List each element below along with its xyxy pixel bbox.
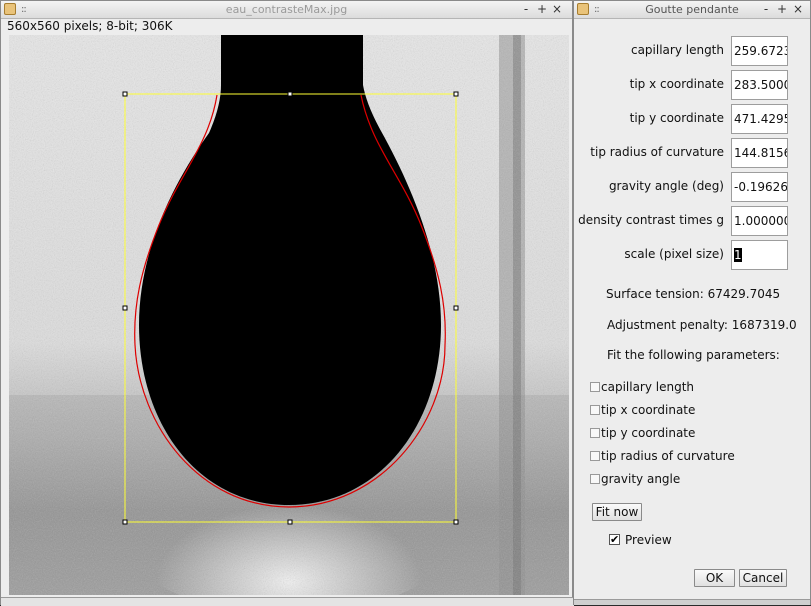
field-row-density-contrast: density contrast times g 1.000000: [574, 206, 811, 236]
fit-capillary-length-checkbox[interactable]: capillary length: [589, 379, 789, 395]
capillary-length-input[interactable]: 259.6723: [731, 36, 788, 66]
preview-label: Preview: [625, 533, 672, 547]
fit-now-button[interactable]: Fit now: [592, 503, 642, 521]
tip-radius-label: tip radius of curvature: [590, 145, 724, 159]
preview-checkbox[interactable]: ✔: [609, 534, 620, 545]
fit-gravity-angle-checkbox[interactable]: gravity angle: [589, 471, 789, 487]
handle-tr: [453, 91, 459, 97]
handle-tm: [287, 91, 293, 97]
maximize-icon[interactable]: +: [536, 2, 548, 16]
field-row-tip-x: tip x coordinate 283.5000: [574, 70, 811, 100]
cancel-button[interactable]: Cancel: [739, 569, 787, 587]
ok-button[interactable]: OK: [694, 569, 735, 587]
fit-tip-x-checkbox[interactable]: tip x coordinate: [589, 402, 789, 418]
close-icon[interactable]: ×: [551, 2, 563, 16]
fit-heading: Fit the following parameters:: [607, 348, 780, 362]
checkbox-label: tip x coordinate: [601, 403, 696, 417]
field-row-tip-radius: tip radius of curvature 144.8156: [574, 138, 811, 168]
field-row-tip-y: tip y coordinate 471.4295: [574, 104, 811, 134]
field-row-scale: scale (pixel size) 1: [574, 240, 811, 270]
checkbox-label: capillary length: [601, 380, 695, 394]
adjustment-penalty-readout: Adjustment penalty: 1687319.0: [607, 318, 797, 332]
checkbox-box[interactable]: [590, 428, 600, 438]
image-window-titlebar[interactable]: :: eau_contrasteMax.jpg - + ×: [1, 1, 572, 19]
field-row-gravity-angle: gravity angle (deg) -0.19626: [574, 172, 811, 202]
handle-mr: [453, 305, 459, 311]
scale-label: scale (pixel size): [624, 247, 724, 261]
checkbox-label: gravity angle: [601, 472, 681, 486]
tip-x-label: tip x coordinate: [629, 77, 724, 91]
handle-br: [453, 519, 459, 525]
checkbox-label: tip radius of curvature: [601, 449, 735, 463]
density-contrast-label: density contrast times g: [578, 213, 724, 227]
dialog-close-icon[interactable]: ×: [792, 2, 804, 16]
handle-tl: [122, 91, 128, 97]
handle-bm: [287, 519, 293, 525]
tip-y-input[interactable]: 471.4295: [731, 104, 788, 134]
goutte-pendante-dialog: :: Goutte pendante - + × capillary lengt…: [573, 0, 811, 605]
image-window-title: eau_contrasteMax.jpg: [225, 3, 348, 16]
tip-radius-input[interactable]: 144.8156: [731, 138, 788, 168]
dialog-titlebar[interactable]: :: Goutte pendante - + ×: [574, 1, 810, 19]
checkbox-box[interactable]: [590, 405, 600, 415]
field-row-capillary-length: capillary length 259.6723: [574, 36, 811, 66]
image-window: :: eau_contrasteMax.jpg - + × 560x560 pi…: [0, 0, 574, 606]
tip-y-label: tip y coordinate: [629, 111, 724, 125]
handle-ml: [122, 305, 128, 311]
dialog-minimize-icon[interactable]: -: [760, 2, 772, 16]
dialog-title: Goutte pendante: [645, 3, 739, 16]
checkbox-box[interactable]: [590, 451, 600, 461]
image-canvas[interactable]: [9, 35, 569, 595]
handle-bl: [122, 519, 128, 525]
surface-tension-readout: Surface tension: 67429.7045: [606, 287, 781, 301]
dialog-maximize-icon[interactable]: +: [776, 2, 788, 16]
checkbox-label: tip y coordinate: [601, 426, 696, 440]
fit-tip-radius-checkbox[interactable]: tip radius of curvature: [589, 448, 789, 464]
scale-input-selected-text: 1: [734, 248, 742, 262]
density-contrast-input[interactable]: 1.000000: [731, 206, 788, 236]
image-info: 560x560 pixels; 8-bit; 306K: [7, 19, 173, 33]
dialog-bottom-strip: [574, 599, 810, 605]
checkbox-box[interactable]: [590, 382, 600, 392]
minimize-icon[interactable]: -: [520, 2, 532, 16]
capillary-length-label: capillary length: [630, 43, 724, 57]
gravity-angle-input[interactable]: -0.19626: [731, 172, 788, 202]
checkbox-box[interactable]: [590, 474, 600, 484]
gravity-angle-label: gravity angle (deg): [608, 179, 724, 193]
tip-x-input[interactable]: 283.5000: [731, 70, 788, 100]
scale-input[interactable]: 1: [731, 240, 788, 270]
drop-image[interactable]: [9, 35, 569, 595]
fit-tip-y-checkbox[interactable]: tip y coordinate: [589, 425, 789, 441]
